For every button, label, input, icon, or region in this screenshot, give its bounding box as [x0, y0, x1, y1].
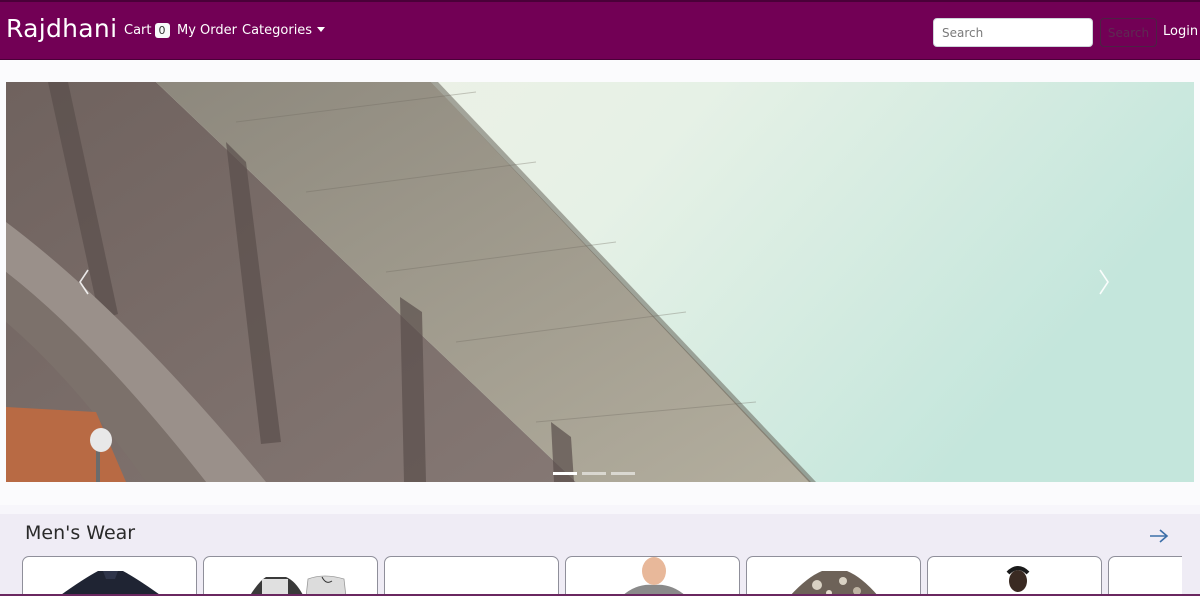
carousel-prev-button[interactable] [78, 268, 90, 296]
product-card-5[interactable] [746, 556, 921, 596]
search-button[interactable]: Search [1100, 18, 1157, 47]
search-input[interactable] [933, 18, 1093, 47]
arrow-right-icon [1150, 529, 1169, 543]
navy-shirt-image [59, 571, 162, 596]
my-order-link[interactable]: My Order [177, 23, 237, 38]
product-image [1109, 557, 1182, 596]
login-link[interactable]: Login [1163, 24, 1198, 39]
carousel-indicator-3[interactable] [611, 472, 635, 475]
product-card-7[interactable] [1108, 556, 1182, 596]
section-next-button[interactable] [1148, 527, 1170, 545]
empty-product-image [385, 557, 559, 596]
shirt-and-shorts-image [249, 575, 347, 596]
product-card-6[interactable] [927, 556, 1102, 596]
man-portrait-image [1006, 566, 1030, 592]
cart-count-badge: 0 [154, 23, 170, 38]
cart-label: Cart [124, 23, 152, 38]
carousel-indicators [553, 472, 635, 475]
brand-logo[interactable]: Rajdhani [6, 14, 117, 43]
chevron-left-icon [79, 269, 89, 295]
caret-down-icon [317, 27, 326, 32]
product-card-2[interactable] [203, 556, 378, 596]
carousel-slide-image [6, 82, 1194, 482]
carousel-indicator-1[interactable] [553, 472, 577, 475]
man-in-grey-shirt-image [622, 557, 686, 596]
product-card-1[interactable] [22, 556, 197, 596]
carousel-next-button[interactable] [1098, 268, 1110, 296]
product-card-4[interactable] [565, 556, 740, 596]
categories-label: Categories [242, 23, 313, 38]
hero-carousel [6, 82, 1194, 482]
categories-dropdown[interactable]: Categories [242, 23, 326, 38]
top-navbar: Rajdhani Cart 0 My Order Categories Searc… [0, 0, 1200, 60]
section-title: Men's Wear [25, 522, 136, 544]
product-row [22, 556, 1182, 596]
carousel-indicator-2[interactable] [582, 472, 606, 475]
chevron-right-icon [1099, 269, 1109, 295]
cart-link[interactable]: Cart 0 [124, 23, 170, 38]
product-card-3[interactable] [384, 556, 559, 596]
floral-shirt-image [789, 571, 879, 596]
